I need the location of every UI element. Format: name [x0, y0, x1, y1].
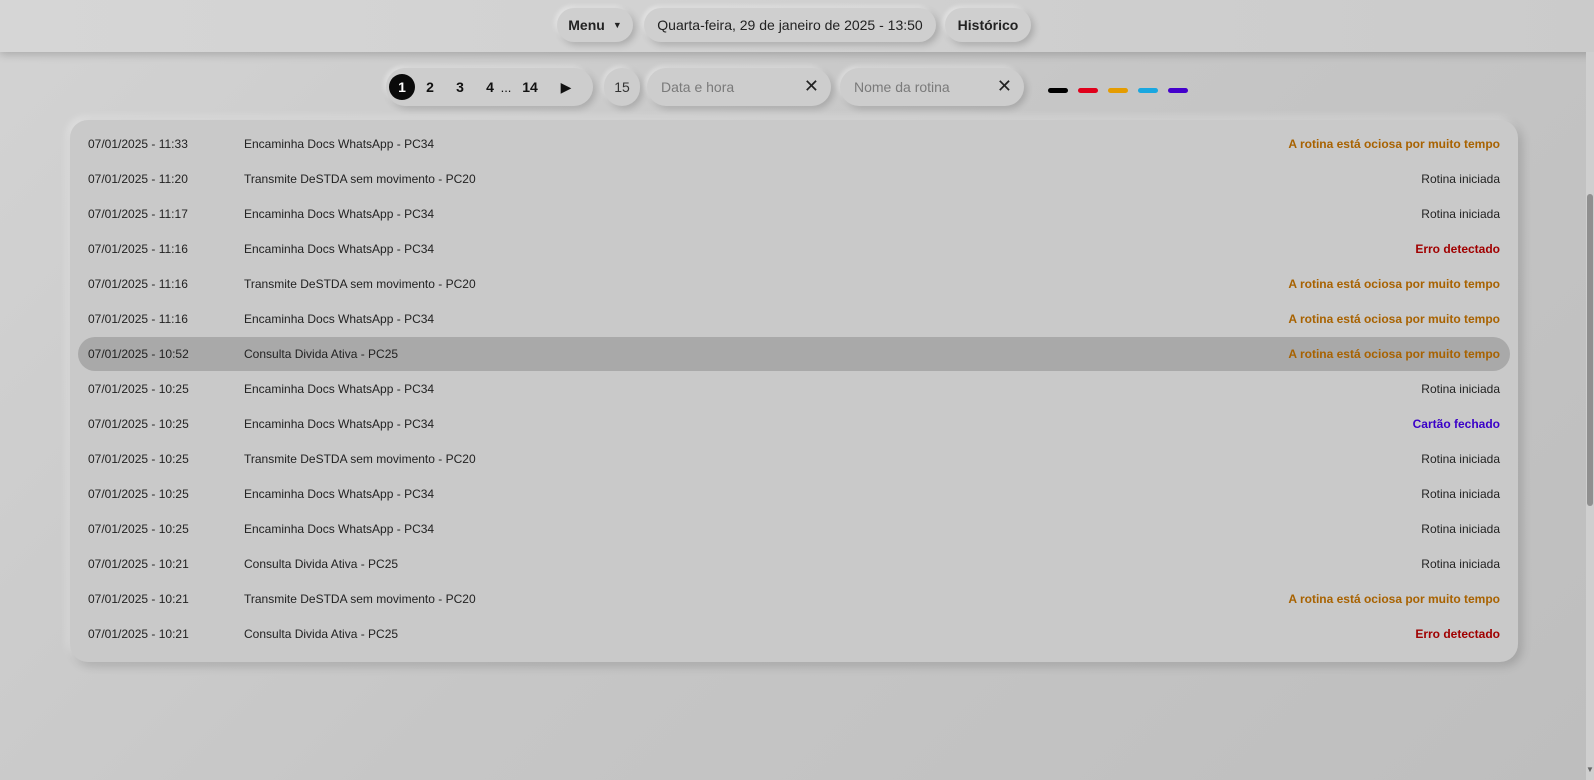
log-row[interactable]: 07/01/2025 - 11:17 Encaminha Docs WhatsAp… [78, 197, 1510, 231]
log-status: Rotina iniciada [1421, 207, 1500, 221]
color-swatch-purple[interactable] [1168, 88, 1188, 93]
log-status: Rotina iniciada [1421, 382, 1500, 396]
log-datetime: 07/01/2025 - 11:33 [88, 137, 188, 151]
log-datetime: 07/01/2025 - 11:16 [88, 312, 188, 326]
page-button-3[interactable]: 3 [450, 74, 470, 100]
log-datetime: 07/01/2025 - 10:25 [88, 487, 189, 501]
page-size-selector[interactable]: 15 [604, 68, 640, 106]
top-bar: Menu ▼ Quarta-feira, 29 de janeiro de 20… [0, 0, 1594, 52]
scrollbar-thumb[interactable] [1587, 194, 1593, 506]
log-datetime: 07/01/2025 - 11:16 [88, 242, 188, 256]
log-datetime: 07/01/2025 - 10:25 [88, 417, 189, 431]
caret-down-icon: ▼ [612, 20, 622, 30]
color-swatch-orange[interactable] [1108, 88, 1128, 93]
log-routine-name: Transmite DeSTDA sem movimento - PC20 [244, 592, 476, 606]
next-page-icon[interactable]: ▶ [556, 74, 576, 100]
log-routine-name: Consulta Divida Ativa - PC25 [244, 347, 399, 361]
log-routine-name: Consulta Divida Ativa - PC25 [244, 557, 399, 571]
color-swatch-red[interactable] [1078, 88, 1098, 93]
clear-date-icon[interactable]: ✕ [804, 76, 819, 96]
log-status: Rotina iniciada [1421, 172, 1500, 186]
log-routine-name: Encaminha Docs WhatsApp - PC34 [244, 417, 435, 431]
log-routine-name: Encaminha Docs WhatsApp - PC34 [244, 242, 435, 256]
log-datetime: 07/01/2025 - 10:25 [88, 382, 189, 396]
history-button[interactable]: Histórico [945, 8, 1031, 42]
log-status: Cartão fechado [1412, 417, 1500, 431]
log-status: A rotina está ociosa por muito tempo [1288, 592, 1500, 606]
log-status: A rotina está ociosa por muito tempo [1288, 347, 1500, 361]
log-status: A rotina está ociosa por muito tempo [1288, 312, 1500, 326]
log-routine-name: Encaminha Docs WhatsApp - PC34 [244, 312, 435, 326]
log-status: Rotina iniciada [1421, 487, 1500, 501]
log-list: 07/01/2025 - 11:33 Encaminha Docs WhatsAp… [70, 120, 1518, 662]
log-row[interactable]: 07/01/2025 - 10:25 Transmite DeSTDA sem m… [78, 442, 1510, 476]
scroll-down-icon[interactable]: ▼ [1586, 765, 1594, 779]
menu-button[interactable]: Menu ▼ [557, 8, 633, 42]
log-row[interactable]: 07/01/2025 - 10:21 Consulta Divida Ativa … [78, 547, 1510, 581]
date-filter-input[interactable] [661, 77, 801, 97]
log-status: A rotina está ociosa por muito tempo [1288, 277, 1500, 291]
log-routine-name: Consulta Divida Ativa - PC25 [244, 627, 399, 641]
color-swatch-black[interactable] [1048, 88, 1068, 93]
log-status: Rotina iniciada [1421, 522, 1500, 536]
log-status: Rotina iniciada [1421, 557, 1500, 571]
page-button-1[interactable]: 1 [389, 74, 415, 100]
log-status: Erro detectado [1415, 627, 1500, 641]
log-routine-name: Encaminha Docs WhatsApp - PC34 [244, 207, 435, 221]
current-datetime: Quarta-feira, 29 de janeiro de 2025 - 13… [644, 8, 936, 42]
date-filter: ✕ [647, 68, 831, 106]
log-row[interactable]: 07/01/2025 - 10:21 Transmite DeSTDA sem m… [78, 582, 1510, 616]
log-datetime: 07/01/2025 - 11:17 [88, 207, 188, 221]
log-datetime: 07/01/2025 - 10:21 [88, 592, 189, 606]
log-routine-name: Transmite DeSTDA sem movimento - PC20 [244, 452, 476, 466]
log-routine-name: Transmite DeSTDA sem movimento - PC20 [244, 172, 476, 186]
log-row[interactable]: 07/01/2025 - 11:16 Encaminha Docs WhatsAp… [78, 302, 1510, 336]
log-row[interactable]: 07/01/2025 - 10:25 Encaminha Docs WhatsAp… [78, 512, 1510, 546]
log-datetime: 07/01/2025 - 10:25 [88, 522, 189, 536]
log-row[interactable]: 07/01/2025 - 10:25 Encaminha Docs WhatsAp… [78, 477, 1510, 511]
routine-name-input[interactable] [854, 77, 994, 97]
log-routine-name: Encaminha Docs WhatsApp - PC34 [244, 382, 435, 396]
log-routine-name: Transmite DeSTDA sem movimento - PC20 [244, 277, 476, 291]
log-datetime: 07/01/2025 - 11:16 [88, 277, 188, 291]
log-routine-name: Encaminha Docs WhatsApp - PC34 [244, 522, 435, 536]
log-row[interactable]: 07/01/2025 - 10:21 Consulta Divida Ativa … [78, 617, 1510, 651]
log-row[interactable]: 07/01/2025 - 11:16 Encaminha Docs WhatsAp… [78, 232, 1510, 266]
log-row[interactable]: 07/01/2025 - 10:52 Consulta Divida Ativa … [78, 337, 1510, 371]
log-row[interactable]: 07/01/2025 - 11:16 Transmite DeSTDA sem m… [78, 267, 1510, 301]
log-routine-name: Encaminha Docs WhatsApp - PC34 [244, 487, 435, 501]
clear-name-icon[interactable]: ✕ [997, 76, 1012, 96]
log-row[interactable]: 07/01/2025 - 11:20 Transmite DeSTDA sem m… [78, 162, 1510, 196]
log-status: Rotina iniciada [1421, 452, 1500, 466]
log-routine-name: Encaminha Docs WhatsApp - PC34 [244, 137, 435, 151]
log-datetime: 07/01/2025 - 10:21 [88, 557, 189, 571]
color-swatch-cyan[interactable] [1138, 88, 1158, 93]
log-datetime: 07/01/2025 - 10:25 [88, 452, 189, 466]
page-button-4[interactable]: 4 [480, 74, 500, 100]
log-datetime: 07/01/2025 - 10:21 [88, 627, 189, 641]
log-datetime: 07/01/2025 - 10:52 [88, 347, 189, 361]
log-datetime: 07/01/2025 - 11:20 [88, 172, 188, 186]
log-row[interactable]: 07/01/2025 - 11:33 Encaminha Docs WhatsAp… [78, 127, 1510, 161]
log-status: A rotina está ociosa por muito tempo [1288, 137, 1500, 151]
pagination-ellipsis: ... [500, 79, 512, 95]
page-button-14[interactable]: 14 [518, 74, 542, 100]
page-button-2[interactable]: 2 [420, 74, 440, 100]
log-row[interactable]: 07/01/2025 - 10:25 Encaminha Docs WhatsAp… [78, 407, 1510, 441]
routine-name-filter: ✕ [840, 68, 1024, 106]
log-status: Erro detectado [1415, 242, 1500, 256]
pagination: 1 2 3 4 ... 14 ▶ [386, 68, 593, 106]
menu-label: Menu [568, 17, 605, 33]
log-row[interactable]: 07/01/2025 - 10:25 Encaminha Docs WhatsAp… [78, 372, 1510, 406]
